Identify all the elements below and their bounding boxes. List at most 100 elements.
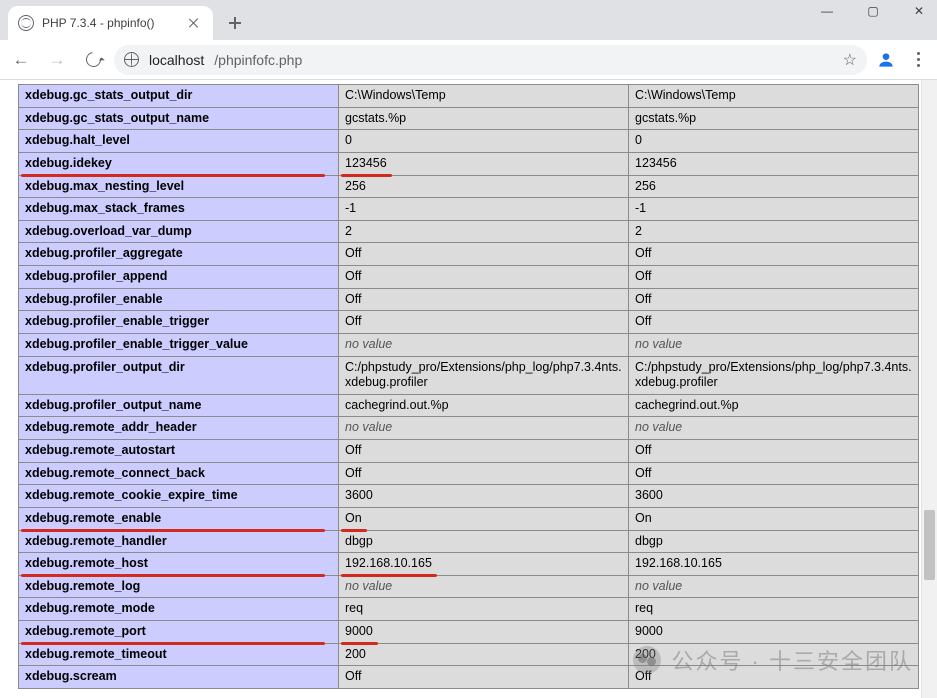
directive-value: 192.168.10.165 xyxy=(339,553,629,576)
table-row: xdebug.remote_timeout200200 xyxy=(19,643,919,666)
bookmark-icon[interactable]: ☆ xyxy=(843,50,857,70)
directive-name: xdebug.max_stack_frames xyxy=(19,198,339,221)
directive-name: xdebug.remote_cookie_expire_time xyxy=(19,485,339,508)
directive-name: xdebug.remote_port xyxy=(19,621,339,644)
directive-name: xdebug.remote_autostart xyxy=(19,440,339,463)
phpinfo-table: xdebug.gc_stats_output_dirC:\Windows\Tem… xyxy=(18,84,919,689)
globe-icon xyxy=(18,15,34,31)
person-icon xyxy=(876,50,896,70)
directive-value: 3600 xyxy=(339,485,629,508)
address-bar[interactable]: localhost/phpinfofc.php ☆ xyxy=(114,45,867,75)
page-viewport: xdebug.gc_stats_output_dirC:\Windows\Tem… xyxy=(0,80,937,698)
directive-value: req xyxy=(339,598,629,621)
minimize-button[interactable]: — xyxy=(815,4,839,18)
directive-name: xdebug.remote_addr_header xyxy=(19,417,339,440)
table-row: xdebug.halt_level00 xyxy=(19,130,919,153)
directive-value: 0 xyxy=(339,130,629,153)
directive-value: 256 xyxy=(629,175,919,198)
table-row: xdebug.remote_addr_headerno valueno valu… xyxy=(19,417,919,440)
directive-name: xdebug.remote_mode xyxy=(19,598,339,621)
browser-toolbar: ← → localhost/phpinfofc.php ☆ xyxy=(0,40,937,80)
directive-name: xdebug.profiler_aggregate xyxy=(19,243,339,266)
directive-name: xdebug.profiler_output_name xyxy=(19,394,339,417)
directive-name: xdebug.profiler_append xyxy=(19,266,339,289)
directive-value: dbgp xyxy=(629,530,919,553)
menu-button[interactable] xyxy=(905,52,931,67)
directive-name: xdebug.remote_log xyxy=(19,575,339,598)
close-icon[interactable] xyxy=(187,16,201,30)
browser-tabstrip: PHP 7.3.4 - phpinfo() — ▢ ✕ xyxy=(0,0,937,40)
table-row: xdebug.remote_host192.168.10.165192.168.… xyxy=(19,553,919,576)
directive-name: xdebug.scream xyxy=(19,666,339,689)
table-row: xdebug.remote_handlerdbgpdbgp xyxy=(19,530,919,553)
directive-value: Off xyxy=(339,462,629,485)
directive-value: req xyxy=(629,598,919,621)
directive-value: Off xyxy=(339,288,629,311)
reload-button[interactable] xyxy=(78,45,108,75)
directive-value: Off xyxy=(629,666,919,689)
directive-name: xdebug.remote_handler xyxy=(19,530,339,553)
directive-value: On xyxy=(339,507,629,530)
table-row: xdebug.profiler_output_dirC:/phpstudy_pr… xyxy=(19,356,919,394)
browser-tab[interactable]: PHP 7.3.4 - phpinfo() xyxy=(8,6,213,40)
directive-name: xdebug.gc_stats_output_name xyxy=(19,107,339,130)
scrollbar-thumb[interactable] xyxy=(924,510,935,580)
directive-value: Off xyxy=(339,266,629,289)
directive-value: Off xyxy=(629,311,919,334)
tab-title: PHP 7.3.4 - phpinfo() xyxy=(42,16,177,30)
directive-value: no value xyxy=(629,417,919,440)
directive-value: 200 xyxy=(339,643,629,666)
directive-value: C:\Windows\Temp xyxy=(339,85,629,108)
directive-name: xdebug.halt_level xyxy=(19,130,339,153)
directive-value: Off xyxy=(629,266,919,289)
directive-value: no value xyxy=(339,333,629,356)
forward-button[interactable]: → xyxy=(42,45,72,75)
directive-value: 200 xyxy=(629,643,919,666)
directive-name: xdebug.profiler_enable_trigger xyxy=(19,311,339,334)
directive-name: xdebug.profiler_enable xyxy=(19,288,339,311)
directive-name: xdebug.remote_host xyxy=(19,553,339,576)
back-button[interactable]: ← xyxy=(6,45,36,75)
table-row: xdebug.profiler_output_name cachegrind.ou… xyxy=(19,394,919,417)
directive-name: xdebug.profiler_enable_trigger_value xyxy=(19,333,339,356)
table-row: xdebug.remote_modereqreq xyxy=(19,598,919,621)
directive-value: 2 xyxy=(629,220,919,243)
table-row: xdebug.gc_stats_output_namegcstats.%pgcs… xyxy=(19,107,919,130)
table-row: xdebug.profiler_appendOffOff xyxy=(19,266,919,289)
table-row: xdebug.profiler_enableOffOff xyxy=(19,288,919,311)
directive-name: xdebug.overload_var_dump xyxy=(19,220,339,243)
directive-name: xdebug.remote_timeout xyxy=(19,643,339,666)
table-row: xdebug.overload_var_dump22 xyxy=(19,220,919,243)
directive-value: C:\Windows\Temp xyxy=(629,85,919,108)
table-row: xdebug.remote_enableOnOn xyxy=(19,507,919,530)
directive-value: On xyxy=(629,507,919,530)
new-tab-button[interactable] xyxy=(221,9,249,37)
close-window-button[interactable]: ✕ xyxy=(907,4,931,18)
directive-value: C:/phpstudy_pro/Extensions/php_log/php7.… xyxy=(629,356,919,394)
site-info-icon[interactable] xyxy=(124,52,139,67)
directive-value: 256 xyxy=(339,175,629,198)
directive-value: dbgp xyxy=(339,530,629,553)
window-controls: — ▢ ✕ xyxy=(815,4,931,18)
directive-value: Off xyxy=(629,440,919,463)
directive-value: C:/phpstudy_pro/Extensions/php_log/php7.… xyxy=(339,356,629,394)
table-row: xdebug.idekey123456123456 xyxy=(19,152,919,175)
directive-value: 9000 xyxy=(339,621,629,644)
directive-value: 9000 xyxy=(629,621,919,644)
directive-value: Off xyxy=(339,666,629,689)
profile-button[interactable] xyxy=(873,47,899,73)
maximize-button[interactable]: ▢ xyxy=(861,4,885,18)
directive-value: gcstats.%p xyxy=(629,107,919,130)
scrollbar[interactable] xyxy=(921,80,937,698)
directive-value: -1 xyxy=(629,198,919,221)
phpinfo-page: xdebug.gc_stats_output_dirC:\Windows\Tem… xyxy=(0,80,921,698)
table-row: xdebug.profiler_enable_trigger_valueno v… xyxy=(19,333,919,356)
directive-value: cachegrind.out.%p xyxy=(629,394,919,417)
directive-value: Off xyxy=(629,288,919,311)
directive-value: 2 xyxy=(339,220,629,243)
directive-value: 192.168.10.165 xyxy=(629,553,919,576)
url-path: /phpinfofc.php xyxy=(214,52,302,68)
directive-value: 123456 xyxy=(629,152,919,175)
directive-name: xdebug.gc_stats_output_dir xyxy=(19,85,339,108)
directive-name: xdebug.max_nesting_level xyxy=(19,175,339,198)
